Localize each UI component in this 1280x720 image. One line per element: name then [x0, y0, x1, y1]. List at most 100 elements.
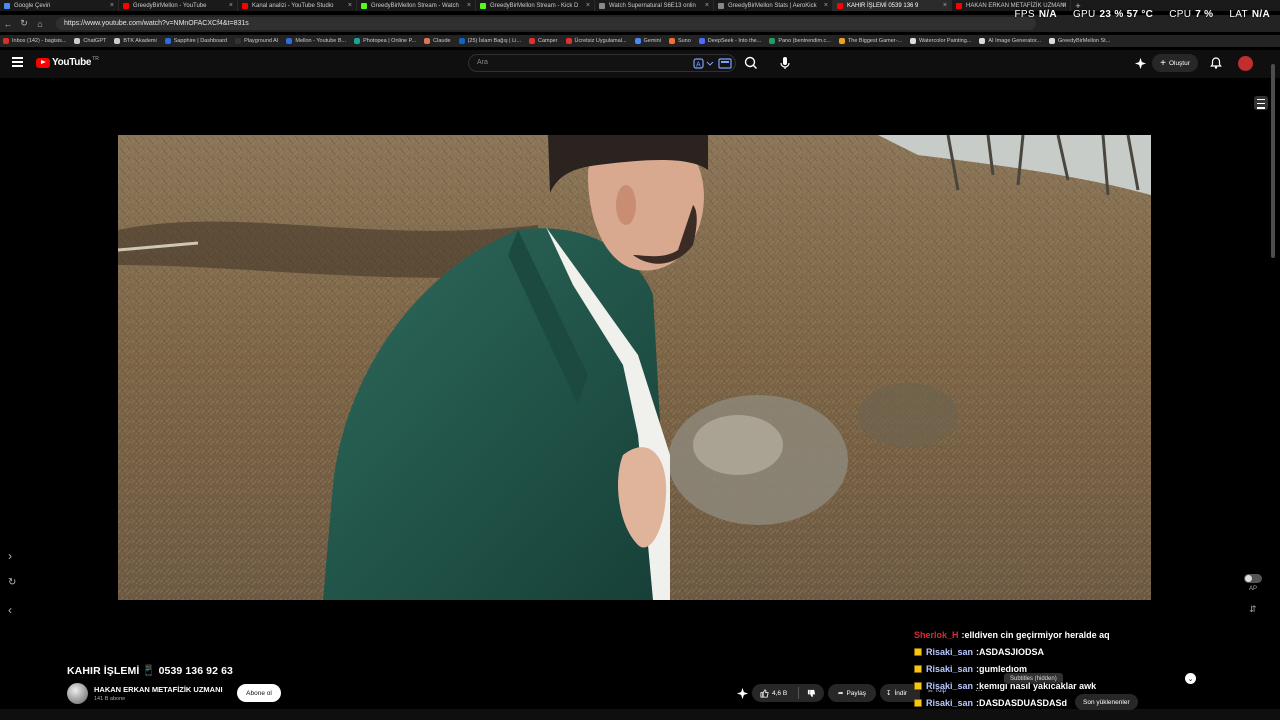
video-player[interactable] [118, 135, 1151, 600]
scrollbar-thumb[interactable] [1271, 64, 1275, 258]
thumbs-down-icon [807, 689, 815, 697]
bookmark-label: DeepSeek - Into the... [707, 38, 762, 44]
bookmark-item[interactable]: BTK Akademi [114, 38, 157, 44]
recent-uploads-chip[interactable]: Son yüklenenler [1075, 694, 1138, 710]
chat-message: Risaki_san: kemıgı nasıl yakıcaklar awk [914, 677, 1154, 694]
bookmark-item[interactable]: Suno [668, 38, 691, 44]
channel-avatar[interactable] [67, 683, 88, 704]
bookmark-item[interactable]: Camper [528, 38, 558, 44]
expand-chevron-icon[interactable]: ⌄ [1185, 673, 1196, 684]
tab-close-icon[interactable]: × [1062, 2, 1066, 9]
tab-close-icon[interactable]: × [110, 2, 114, 9]
bookmark-item[interactable]: Inbox (142) - bagisis... [3, 38, 66, 44]
share-button[interactable]: ➦ Paylaş [828, 684, 876, 702]
chat-menu-icon[interactable] [1254, 96, 1268, 110]
tab-favicon-icon [123, 2, 129, 9]
bookmark-label: Pano (bentrendim.c... [778, 38, 831, 44]
browser-tab[interactable]: GreedyBirMellon Stream - Watch × [357, 0, 476, 11]
gpu-label: GPU [1072, 9, 1096, 20]
bookmark-label: Mellon - Youtube B... [295, 38, 347, 44]
bookmark-item[interactable]: Gemini [634, 38, 661, 44]
subscribe-button[interactable]: Abone ol [237, 684, 281, 702]
chat-username[interactable]: Sherlok_H [914, 630, 959, 640]
refresh-icon[interactable]: ↻ [8, 577, 16, 588]
country-code: TR [92, 56, 99, 62]
bookmark-item[interactable]: Ücretsiz Uygulamal... [565, 38, 627, 44]
gpu-value: 23 % 57 °C [1099, 9, 1154, 20]
tab-favicon-icon [956, 2, 962, 9]
chat-message-text: elldiven cin geçirmiyor heralde aq [964, 629, 1110, 640]
create-button[interactable]: + Oluştur [1152, 54, 1198, 72]
tab-close-icon[interactable]: × [467, 2, 471, 9]
browser-tab[interactable]: GreedyBirMellon Stream - Kick D × [476, 0, 595, 11]
dislike-button[interactable] [799, 689, 823, 698]
bookmark-item[interactable]: Claude [424, 38, 451, 44]
tab-close-icon[interactable]: × [705, 2, 709, 9]
bookmark-item[interactable]: (25) İslam Bağış | Li... [458, 38, 521, 44]
share-label: Paylaş [846, 689, 866, 697]
bookmark-favicon-icon [424, 38, 431, 44]
reload-icon[interactable]: ↻ [16, 18, 32, 29]
tab-close-icon[interactable]: × [943, 2, 947, 9]
bookmark-item[interactable]: GreedyBirMellon St... [1048, 38, 1110, 44]
hamburger-menu-icon[interactable] [12, 57, 23, 67]
bookmark-item[interactable]: The Biggest Gamer-... [838, 38, 902, 44]
tab-favicon-icon [242, 2, 248, 9]
channel-name[interactable]: HAKAN ERKAN METAFİZİK UZMANI [94, 685, 223, 694]
browser-tab[interactable]: GreedyBirMellon Stats | AeroKick × [714, 0, 833, 11]
bookmark-item[interactable]: Mellon - Youtube B... [286, 38, 346, 44]
tab-close-icon[interactable]: × [824, 2, 828, 9]
cpu-label: CPU [1169, 9, 1192, 20]
up-down-arrows-icon[interactable]: ⇵ [1249, 604, 1257, 615]
cpu-stat: CPU 7 % [1169, 9, 1213, 20]
like-button[interactable]: 4,6 B [752, 688, 798, 698]
browser-tab[interactable]: GreedyBirMellon - YouTube × [119, 0, 238, 11]
autoplay-toggle[interactable] [1244, 574, 1262, 583]
chat-username[interactable]: Risaki_san [926, 664, 973, 674]
chevron-right-icon[interactable]: › [8, 549, 12, 563]
bookmark-item[interactable]: DeepSeek - Into the... [698, 38, 762, 44]
fps-value: N/A [1038, 9, 1057, 20]
tab-close-icon[interactable]: × [586, 2, 590, 9]
keyboard-icon[interactable] [718, 57, 732, 70]
lat-value: N/A [1251, 9, 1270, 20]
chat-username[interactable]: Risaki_san [926, 681, 973, 691]
create-label: Oluştur [1168, 59, 1190, 67]
tab-close-icon[interactable]: × [229, 2, 233, 9]
bookmark-item[interactable]: Sapphire | Dashboard [164, 38, 227, 44]
chat-message: Sherlok_H: elldiven cin geçirmiyor heral… [914, 626, 1154, 643]
chat-username[interactable]: Risaki_san [926, 698, 973, 708]
tab-close-icon[interactable]: × [348, 2, 352, 9]
bookmark-item[interactable]: ChatGPT [74, 38, 106, 44]
browser-tab[interactable]: KAHIR İŞLEMİ 0539 136 9 × [833, 0, 952, 11]
url-field[interactable]: https://www.youtube.com/watch?v=NMnOFACX… [56, 17, 1036, 30]
account-avatar[interactable] [1238, 56, 1253, 71]
lat-stat: LAT N/A [1229, 9, 1270, 20]
bookmark-item[interactable]: AI Image Generator... [979, 38, 1041, 44]
microphone-icon[interactable] [776, 54, 794, 72]
tab-favicon-icon [837, 2, 843, 9]
browser-tab[interactable]: Google Çeviri × [0, 0, 119, 11]
browser-tab[interactable]: Watch Supernatural S6E13 onlin × [595, 0, 714, 11]
subscriber-badge-icon [914, 647, 922, 656]
youtube-logo[interactable]: YouTube TR [36, 56, 99, 68]
chat-message-text: DASDASDUASDASd [979, 697, 1068, 708]
bookmark-favicon-icon [114, 38, 121, 44]
bookmark-item[interactable]: Photopea | Online P... [354, 38, 416, 44]
bookmark-item[interactable]: Pano (bentrendim.c... [769, 38, 831, 44]
bookmark-label: Watercolor Painting... [919, 38, 972, 44]
chevron-left-icon[interactable]: ‹ [8, 603, 12, 617]
like-dislike-group: 4,6 B [752, 684, 824, 702]
home-icon[interactable]: ⌂ [32, 19, 48, 29]
chat-username[interactable]: Risaki_san [926, 647, 973, 657]
ask-ai-icon[interactable] [736, 687, 749, 700]
bookmark-item[interactable]: Playground AI [235, 38, 278, 44]
bookmark-item[interactable]: Watercolor Painting... [910, 38, 971, 44]
subscribe-label: Abone ol [246, 689, 272, 697]
browser-tab[interactable]: Kanal analizi - YouTube Studio × [238, 0, 357, 11]
bell-icon[interactable] [1209, 56, 1223, 70]
search-icon[interactable] [742, 54, 760, 72]
translate-icon[interactable]: A [693, 58, 715, 69]
back-icon[interactable]: ← [0, 19, 16, 29]
sparkle-icon[interactable] [1134, 57, 1147, 70]
